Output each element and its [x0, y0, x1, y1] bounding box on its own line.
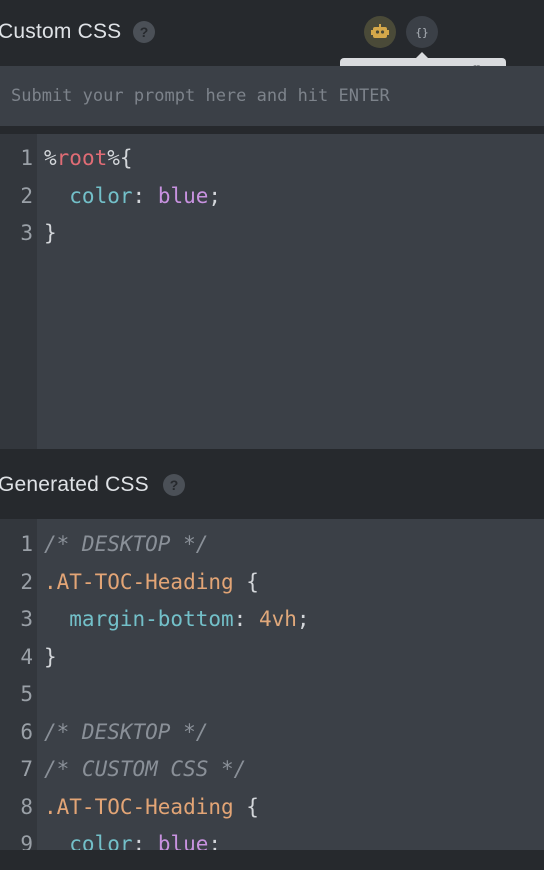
line-code: color: blue; [44, 178, 221, 215]
generated-css-header: Generated CSS ? [0, 449, 544, 519]
code-token: /* DESKTOP */ [44, 719, 209, 744]
code-token: .AT-TOC-Heading [44, 794, 234, 819]
code-token: blue [157, 832, 209, 850]
code-token: %{ [107, 146, 133, 170]
custom-css-help-icon[interactable]: ? [133, 21, 155, 43]
line-number: 8 [20, 794, 33, 819]
line-number: 1 [20, 532, 33, 556]
ai-assistant-button[interactable] [364, 16, 396, 48]
code-line[interactable]: 7 /* CUSTOM CSS */ [0, 751, 544, 788]
line-code: margin-bottom: 4vh; [44, 601, 310, 638]
code-token: root [56, 146, 108, 170]
line-number: 7 [20, 757, 33, 781]
line-number: 3 [20, 221, 33, 245]
line-number: 2 [20, 569, 33, 594]
generated-css-editor[interactable]: 1/* DESKTOP */2 .AT-TOC-Heading {3 margin… [0, 519, 544, 850]
line-code: .AT-TOC-Heading { [44, 789, 259, 826]
line-number: 6 [20, 719, 33, 744]
code-token: % [44, 146, 57, 170]
code-line[interactable]: 1 %root%{ [0, 140, 544, 177]
generated-css-title: Generated CSS [0, 473, 149, 496]
code-line[interactable]: 3 margin-bottom: 4vh; [0, 601, 544, 638]
code-token: .AT-TOC-Heading [44, 569, 234, 594]
code-line[interactable]: 2 .AT-TOC-Heading { [0, 564, 544, 601]
code-token: color [44, 183, 133, 208]
generated-css-help-icon[interactable]: ? [163, 474, 185, 496]
line-number: 1 [20, 146, 33, 170]
line-number: 3 [20, 607, 33, 631]
line-code: /* DESKTOP */ [44, 526, 208, 563]
code-token: : [132, 183, 158, 208]
code-token: 4vh [258, 607, 297, 631]
custom-css-header: Custom CSS ? {} [0, 0, 544, 66]
code-line[interactable]: 9 color: blue; [0, 826, 544, 850]
code-token: ; [208, 832, 222, 850]
code-token: } [44, 644, 57, 669]
code-token: blue [157, 183, 209, 208]
code-token: color [44, 832, 133, 850]
code-line[interactable]: 6 /* DESKTOP */ [0, 714, 544, 751]
code-line[interactable]: 2 color: blue; [0, 178, 544, 215]
code-token: margin-bottom [44, 607, 234, 631]
insert-root-button[interactable]: {} [406, 16, 438, 48]
code-token: { [233, 569, 259, 594]
code-token: ; [208, 183, 222, 208]
line-code: .AT-TOC-Heading { [44, 564, 259, 601]
code-token: : [132, 832, 158, 850]
code-token: : [233, 607, 259, 631]
code-token: /* CUSTOM CSS */ [44, 757, 247, 781]
code-line[interactable]: 8 .AT-TOC-Heading { [0, 789, 544, 826]
line-number: 5 [20, 682, 33, 706]
code-line[interactable]: 3} [0, 215, 544, 252]
line-code: /* DESKTOP */ [44, 714, 208, 751]
code-line[interactable]: 1 /* DESKTOP */ [0, 526, 544, 563]
custom-css-editor[interactable]: 1 %root%{2 color: blue; 3} [0, 134, 544, 449]
svg-text:{}: {} [415, 26, 428, 39]
robot-icon [371, 24, 389, 38]
braces-icon: {} [415, 26, 428, 39]
code-token: /* DESKTOP */ [44, 532, 209, 556]
line-code: /* CUSTOM CSS */ [44, 751, 246, 788]
line-number: 4 [20, 644, 33, 669]
line-code: } [44, 215, 57, 252]
prompt-bar [0, 66, 544, 126]
code-token: } [44, 221, 57, 245]
line-code: color: blue; [44, 826, 221, 850]
line-number: 2 [20, 183, 33, 208]
code-token: { [233, 794, 259, 819]
line-code: } [44, 639, 57, 676]
ai-prompt-input[interactable] [0, 66, 544, 126]
bottom-bar [0, 850, 544, 870]
code-token: ; [296, 607, 310, 631]
line-code: %root%{ [44, 140, 133, 177]
custom-css-title: Custom CSS [0, 20, 122, 43]
code-line[interactable]: 4} [0, 639, 544, 676]
code-line[interactable]: 5 [0, 676, 544, 713]
line-number: 9 [20, 832, 33, 850]
